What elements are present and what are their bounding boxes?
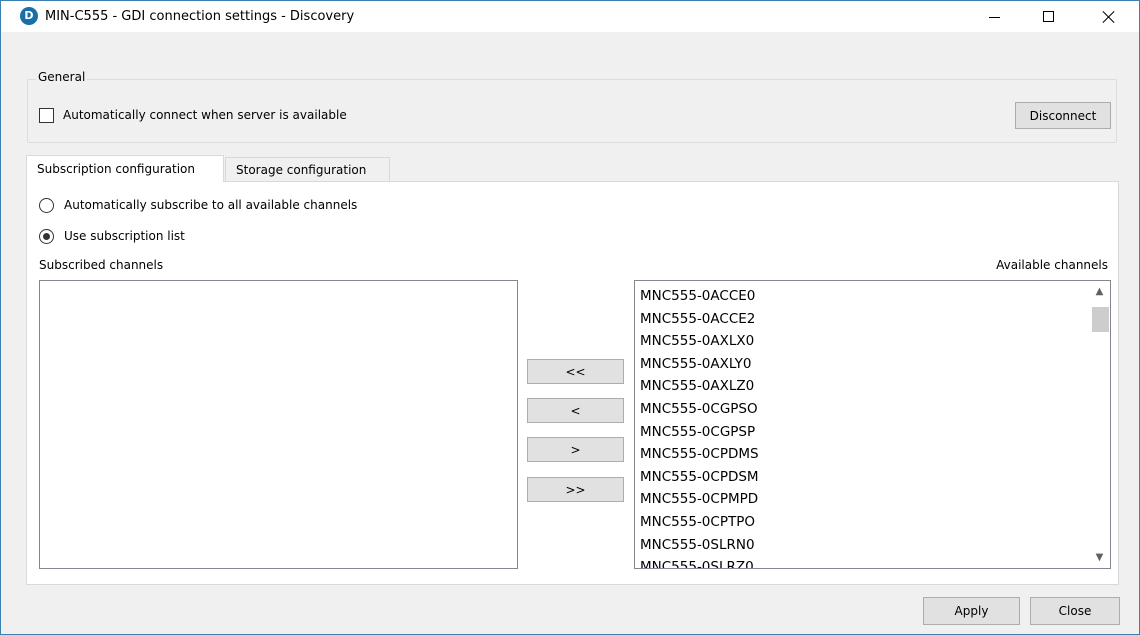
subscribed-channels-list[interactable] [39,280,518,569]
use-subscription-list-label[interactable]: Use subscription list [64,229,185,243]
app-logo-icon [20,7,38,25]
list-item[interactable]: MNC555-0ACCE0 [640,285,1080,308]
available-channels-label: Available channels [996,258,1108,272]
maximize-button[interactable] [1025,1,1071,32]
subscribed-channels-label: Subscribed channels [39,258,164,272]
close-icon [1103,11,1115,23]
scroll-down-icon[interactable]: ▼ [1089,547,1110,568]
list-item[interactable]: MNC555-0CPTPO [640,511,1080,534]
minimize-button[interactable] [971,1,1017,32]
auto-subscribe-label[interactable]: Automatically subscribe to all available… [64,198,357,212]
close-window-button[interactable] [1086,1,1132,32]
list-item[interactable]: MNC555-0AXLX0 [640,330,1080,353]
add-all-button[interactable]: << [527,359,624,384]
apply-button[interactable]: Apply [923,597,1020,625]
disconnect-button[interactable]: Disconnect [1015,102,1111,129]
add-button[interactable]: < [527,398,624,423]
auto-subscribe-radio[interactable] [39,198,54,213]
list-item[interactable]: MNC555-0AXLY0 [640,353,1080,376]
list-item[interactable]: MNC555-0SLRZ0 [640,556,1080,568]
tab-subscription-configuration[interactable]: Subscription configuration [26,155,224,182]
list-item[interactable]: MNC555-0CPDSM [640,466,1080,489]
title-bar[interactable]: MIN-C555 - GDI connection settings - Dis… [1,1,1139,32]
close-button[interactable]: Close [1030,597,1120,625]
use-subscription-list-radio[interactable] [39,229,54,244]
list-item[interactable]: MNC555-0CPMPD [640,488,1080,511]
list-item[interactable]: MNC555-0CGPSP [640,421,1080,444]
list-item[interactable]: MNC555-0SLRN0 [640,534,1080,557]
dialog-window: MIN-C555 - GDI connection settings - Dis… [0,0,1140,635]
window-title: MIN-C555 - GDI connection settings - Dis… [45,9,355,24]
list-item[interactable]: MNC555-0ACCE2 [640,308,1080,331]
auto-connect-checkbox[interactable] [39,108,54,123]
minimize-icon [988,17,1000,18]
remove-button[interactable]: > [527,437,624,462]
list-item[interactable]: MNC555-0CPDMS [640,443,1080,466]
maximize-icon [1042,11,1054,22]
scroll-up-icon[interactable]: ▲ [1089,281,1110,302]
list-item[interactable]: MNC555-0CGPSO [640,398,1080,421]
available-channels-scrollbar[interactable]: ▲ ▼ [1089,281,1110,568]
general-group-label: General [36,70,88,84]
tab-storage-configuration[interactable]: Storage configuration [225,157,390,182]
remove-all-button[interactable]: >> [527,477,624,502]
scroll-thumb[interactable] [1092,307,1109,332]
available-channels-items: MNC555-0ACCE0 MNC555-0ACCE2 MNC555-0AXLX0 M… [640,285,1080,568]
auto-connect-label[interactable]: Automatically connect when server is ava… [63,108,347,122]
list-item[interactable]: MNC555-0AXLZ0 [640,375,1080,398]
available-channels-list[interactable]: MNC555-0ACCE0 MNC555-0ACCE2 MNC555-0AXLX0 M… [634,280,1111,569]
